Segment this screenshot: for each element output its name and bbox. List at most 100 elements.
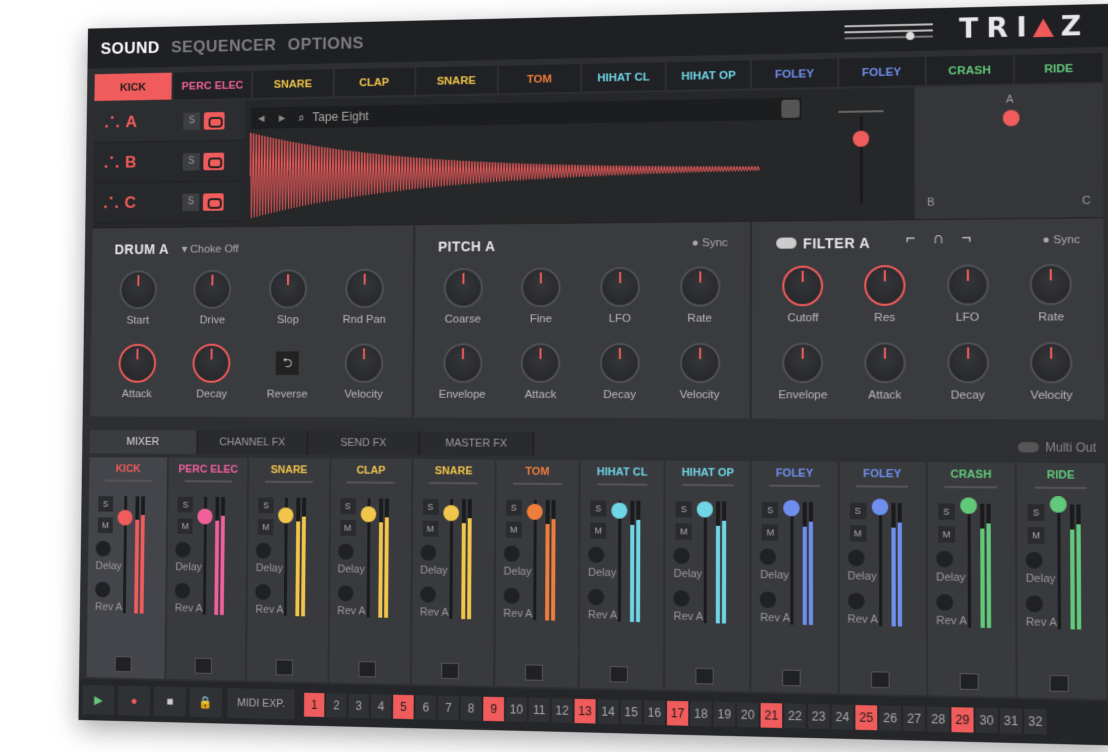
layer-volume-slider[interactable]	[838, 106, 884, 216]
mute-button[interactable]: M	[422, 520, 439, 537]
volume-fader[interactable]	[967, 503, 971, 628]
knob[interactable]: Attack	[501, 343, 580, 401]
mute-button[interactable]: M	[938, 526, 955, 543]
step-button[interactable]: 32	[1024, 708, 1047, 735]
knob-dial[interactable]	[268, 269, 308, 309]
drum-tab[interactable]: TOM	[498, 64, 581, 94]
reverb-knob[interactable]	[174, 582, 191, 599]
solo-button[interactable]: S	[258, 497, 274, 514]
step-button[interactable]: 27	[903, 706, 926, 732]
reverb-knob[interactable]	[760, 591, 777, 609]
knob[interactable]: Res	[844, 264, 926, 324]
volume-fader[interactable]	[617, 500, 622, 622]
delay-knob[interactable]	[256, 542, 272, 559]
filter-toggle-icon[interactable]	[776, 237, 797, 249]
step-button[interactable]: 1	[303, 692, 325, 718]
mute-button[interactable]: M	[849, 525, 867, 542]
step-button[interactable]: 31	[999, 708, 1023, 734]
step-button[interactable]: 26	[879, 705, 902, 731]
knob-dial[interactable]	[344, 343, 384, 383]
fader-handle[interactable]	[1049, 496, 1067, 513]
knob-dial[interactable]	[192, 343, 232, 383]
step-button[interactable]: 16	[643, 700, 666, 726]
pan-slider[interactable]	[597, 483, 648, 486]
pan-slider[interactable]	[512, 482, 563, 486]
filter-sync-toggle[interactable]: ● Sync	[1042, 234, 1080, 247]
nav-options[interactable]: OPTIONS	[288, 34, 364, 55]
knob-dial[interactable]	[782, 265, 824, 307]
knob[interactable]: Envelope	[423, 343, 501, 401]
piano-icon[interactable]	[1049, 674, 1069, 692]
mute-button[interactable]: M	[505, 521, 522, 538]
knob-dial[interactable]	[782, 342, 824, 384]
solo-button[interactable]: S	[177, 496, 194, 513]
play-icon[interactable]: ▶	[82, 684, 115, 715]
knob-dial[interactable]	[193, 269, 232, 309]
solo-button[interactable]: S	[422, 498, 439, 515]
drum-tab[interactable]: SNARE	[415, 65, 497, 95]
volume-fader[interactable]	[1057, 504, 1061, 630]
mute-button[interactable]: M	[762, 524, 779, 541]
knob[interactable]: Envelope	[762, 342, 844, 402]
record-icon[interactable]: ●	[117, 685, 151, 716]
next-sample-icon[interactable]: ▶	[272, 112, 293, 123]
reverb-knob[interactable]	[588, 588, 605, 606]
solo-button[interactable]: S	[849, 502, 867, 520]
knob-dial[interactable]	[1030, 342, 1073, 384]
xy-pad[interactable]: A B C	[914, 83, 1104, 220]
mute-button[interactable]: M	[339, 519, 356, 536]
delay-knob[interactable]	[847, 549, 865, 567]
nav-sound[interactable]: SOUND	[101, 38, 160, 58]
fader-handle[interactable]	[611, 502, 628, 519]
pan-slider[interactable]	[944, 485, 998, 489]
volume-fader[interactable]	[878, 502, 882, 627]
knob[interactable]: Drive	[175, 269, 251, 327]
delay-knob[interactable]	[760, 548, 777, 566]
step-button[interactable]: 3	[348, 693, 369, 719]
step-button[interactable]: 5	[393, 694, 414, 720]
delay-knob[interactable]	[673, 547, 690, 565]
pad-handle[interactable]	[1002, 109, 1020, 127]
choke-select[interactable]: ▾ Choke Off	[182, 242, 239, 255]
fader-handle[interactable]	[197, 508, 213, 525]
solo-button[interactable]: S	[590, 500, 607, 517]
knob-dial[interactable]	[442, 343, 483, 383]
step-button[interactable]: 12	[551, 698, 573, 724]
reverb-knob[interactable]	[419, 586, 436, 603]
fader-handle[interactable]	[442, 505, 459, 522]
mute-button[interactable]: M	[590, 522, 607, 539]
mixer-tab[interactable]: SEND FX	[308, 430, 421, 456]
step-button[interactable]: 9	[483, 696, 505, 722]
piano-icon[interactable]	[275, 659, 294, 676]
drum-tab[interactable]: CRASH	[926, 54, 1014, 86]
fader-handle[interactable]	[959, 497, 977, 515]
step-button[interactable]: 22	[784, 703, 806, 729]
drum-tab[interactable]: KICK	[94, 72, 172, 101]
knob-dial[interactable]	[520, 343, 561, 383]
step-button[interactable]: 30	[975, 707, 998, 734]
knob[interactable]: Velocity	[325, 343, 402, 401]
delay-knob[interactable]	[503, 545, 520, 562]
pan-slider[interactable]	[346, 481, 395, 484]
fader-handle[interactable]	[783, 499, 800, 517]
link-icon[interactable]	[203, 111, 225, 130]
mute-button[interactable]: M	[1027, 526, 1045, 544]
knob[interactable]: Slop	[250, 269, 326, 326]
drum-tab[interactable]: CLAP	[334, 67, 415, 97]
knob-dial[interactable]	[443, 267, 483, 308]
piano-icon[interactable]	[114, 656, 132, 673]
pan-slider[interactable]	[682, 483, 734, 487]
lock-icon[interactable]: 🔒	[189, 687, 223, 718]
mute-button[interactable]: M	[675, 523, 692, 540]
reverb-knob[interactable]	[95, 581, 111, 598]
knob-dial[interactable]	[864, 342, 906, 384]
step-button[interactable]: 25	[855, 705, 878, 731]
knob-dial[interactable]	[946, 264, 989, 306]
drum-tab[interactable]: FOLEY	[752, 58, 837, 89]
pan-slider[interactable]	[184, 480, 232, 483]
pan-slider[interactable]	[104, 479, 152, 482]
piano-icon[interactable]	[959, 673, 979, 691]
knob[interactable]: Rate	[660, 266, 740, 325]
multi-out-toggle[interactable]: Multi Out	[1017, 440, 1096, 455]
knob[interactable]: Fine	[502, 267, 581, 325]
